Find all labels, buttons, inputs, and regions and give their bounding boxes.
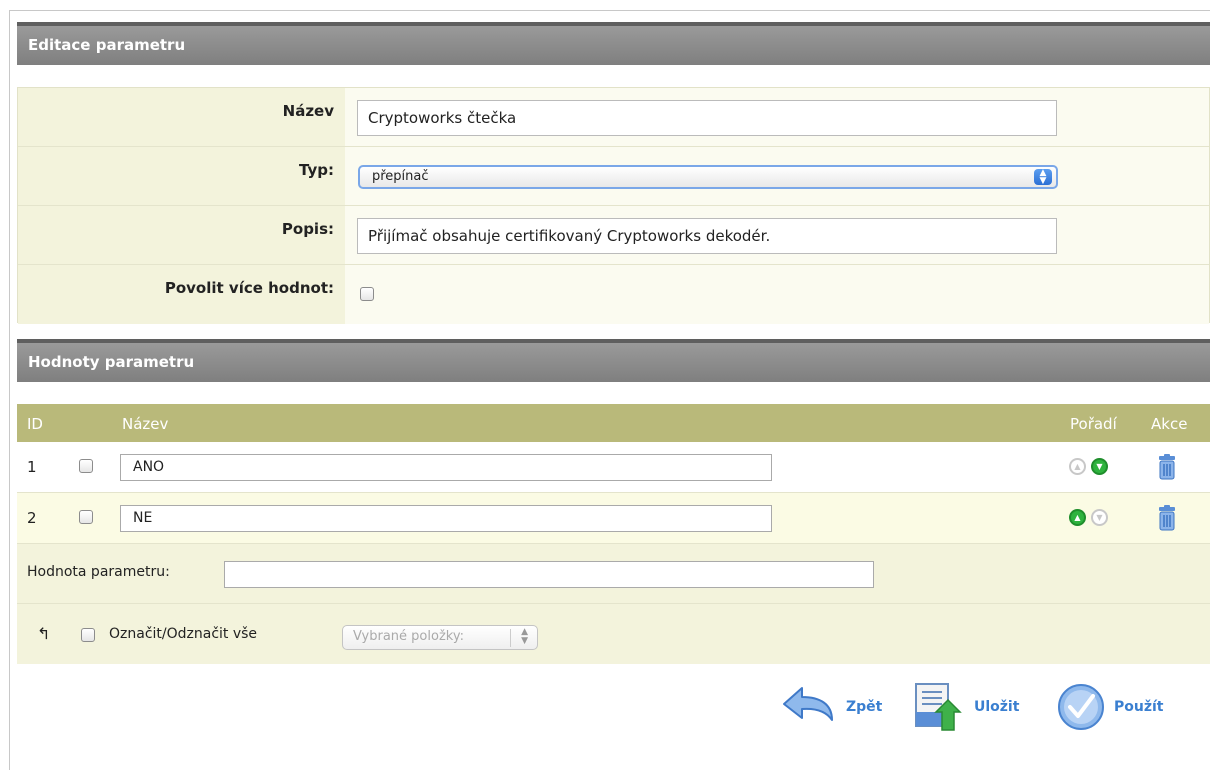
save-icon [915,683,962,731]
name-label: Název [18,88,345,146]
row-id: 1 [27,458,37,476]
row-value-input[interactable]: ANO [120,454,772,481]
row-value-input[interactable]: NE [120,505,772,532]
save-label: Uložit [974,699,1020,715]
new-value-row: Hodnota parametru: [17,544,1210,604]
col-name: Název [122,415,169,433]
bulk-actions-row: ↰ Označit/Odznačit vše Vybrané položky: … [17,604,1210,664]
select-arrows-icon: ▲ ▼ [1034,169,1052,186]
edit-section-header: Editace parametru [17,22,1210,65]
edit-section-title: Editace parametru [28,36,186,54]
select-arrows-icon: ▲ ▼ [521,627,528,646]
type-label: Typ: [18,147,345,205]
col-order: Pořadí [1070,415,1117,433]
values-table: ID Název Pořadí Akce 1 ANO ▲ ▼ 2 NE ▲ ▼ [17,404,1210,664]
description-label: Popis: [18,206,345,264]
back-button[interactable]: Zpět [780,682,882,732]
delete-icon[interactable] [1158,454,1176,480]
form-row-type: Typ: přepínač ▲ ▼ [18,147,1209,206]
return-arrow-icon: ↰ [37,624,51,643]
bulk-action-select-value: Vybrané položky: [353,629,464,644]
type-select-value: přepínač [372,169,429,184]
bulk-action-select[interactable]: Vybrané položky: ▲ ▼ [342,625,538,650]
row-id: 2 [27,509,37,527]
parameter-form: Název Cryptoworks čtečka Typ: přepínač ▲… [17,87,1210,324]
move-up-icon[interactable]: ▲ [1069,509,1086,526]
multiple-values-checkbox[interactable] [360,287,374,301]
delete-icon[interactable] [1158,505,1176,531]
col-action: Akce [1151,415,1188,433]
save-button[interactable]: Uložit [912,682,1019,732]
table-row: 2 NE ▲ ▼ [17,493,1210,544]
values-table-header: ID Název Pořadí Akce [17,404,1210,442]
col-id: ID [27,415,43,433]
select-all-checkbox[interactable] [81,628,95,642]
move-up-icon: ▲ [1069,458,1086,475]
multiple-values-label: Povolit více hodnot: [18,265,345,324]
description-input[interactable]: Přijímač obsahuje certifikovaný Cryptowo… [357,218,1057,254]
row-checkbox[interactable] [79,459,93,473]
back-arrow-icon [783,687,833,721]
checkmark-icon [1058,684,1104,730]
apply-button[interactable]: Použít [1056,682,1164,732]
new-value-input[interactable] [224,561,874,588]
move-down-icon[interactable]: ▼ [1091,458,1108,475]
form-row-name: Název Cryptoworks čtečka [18,88,1209,147]
form-row-multiple: Povolit více hodnot: [18,265,1209,324]
table-row: 1 ANO ▲ ▼ [17,442,1210,493]
apply-label: Použít [1114,699,1164,715]
values-section-title: Hodnoty parametru [28,353,195,371]
select-all-label[interactable]: Označit/Odznačit vše [109,626,257,642]
row-checkbox[interactable] [79,510,93,524]
type-select[interactable]: přepínač ▲ ▼ [358,165,1058,189]
back-label: Zpět [846,699,883,715]
form-row-description: Popis: Přijímač obsahuje certifikovaný C… [18,206,1209,265]
name-input[interactable]: Cryptoworks čtečka [357,100,1057,136]
values-section-header: Hodnoty parametru [17,339,1210,382]
move-down-icon: ▼ [1091,509,1108,526]
new-value-label: Hodnota parametru: [27,564,170,580]
